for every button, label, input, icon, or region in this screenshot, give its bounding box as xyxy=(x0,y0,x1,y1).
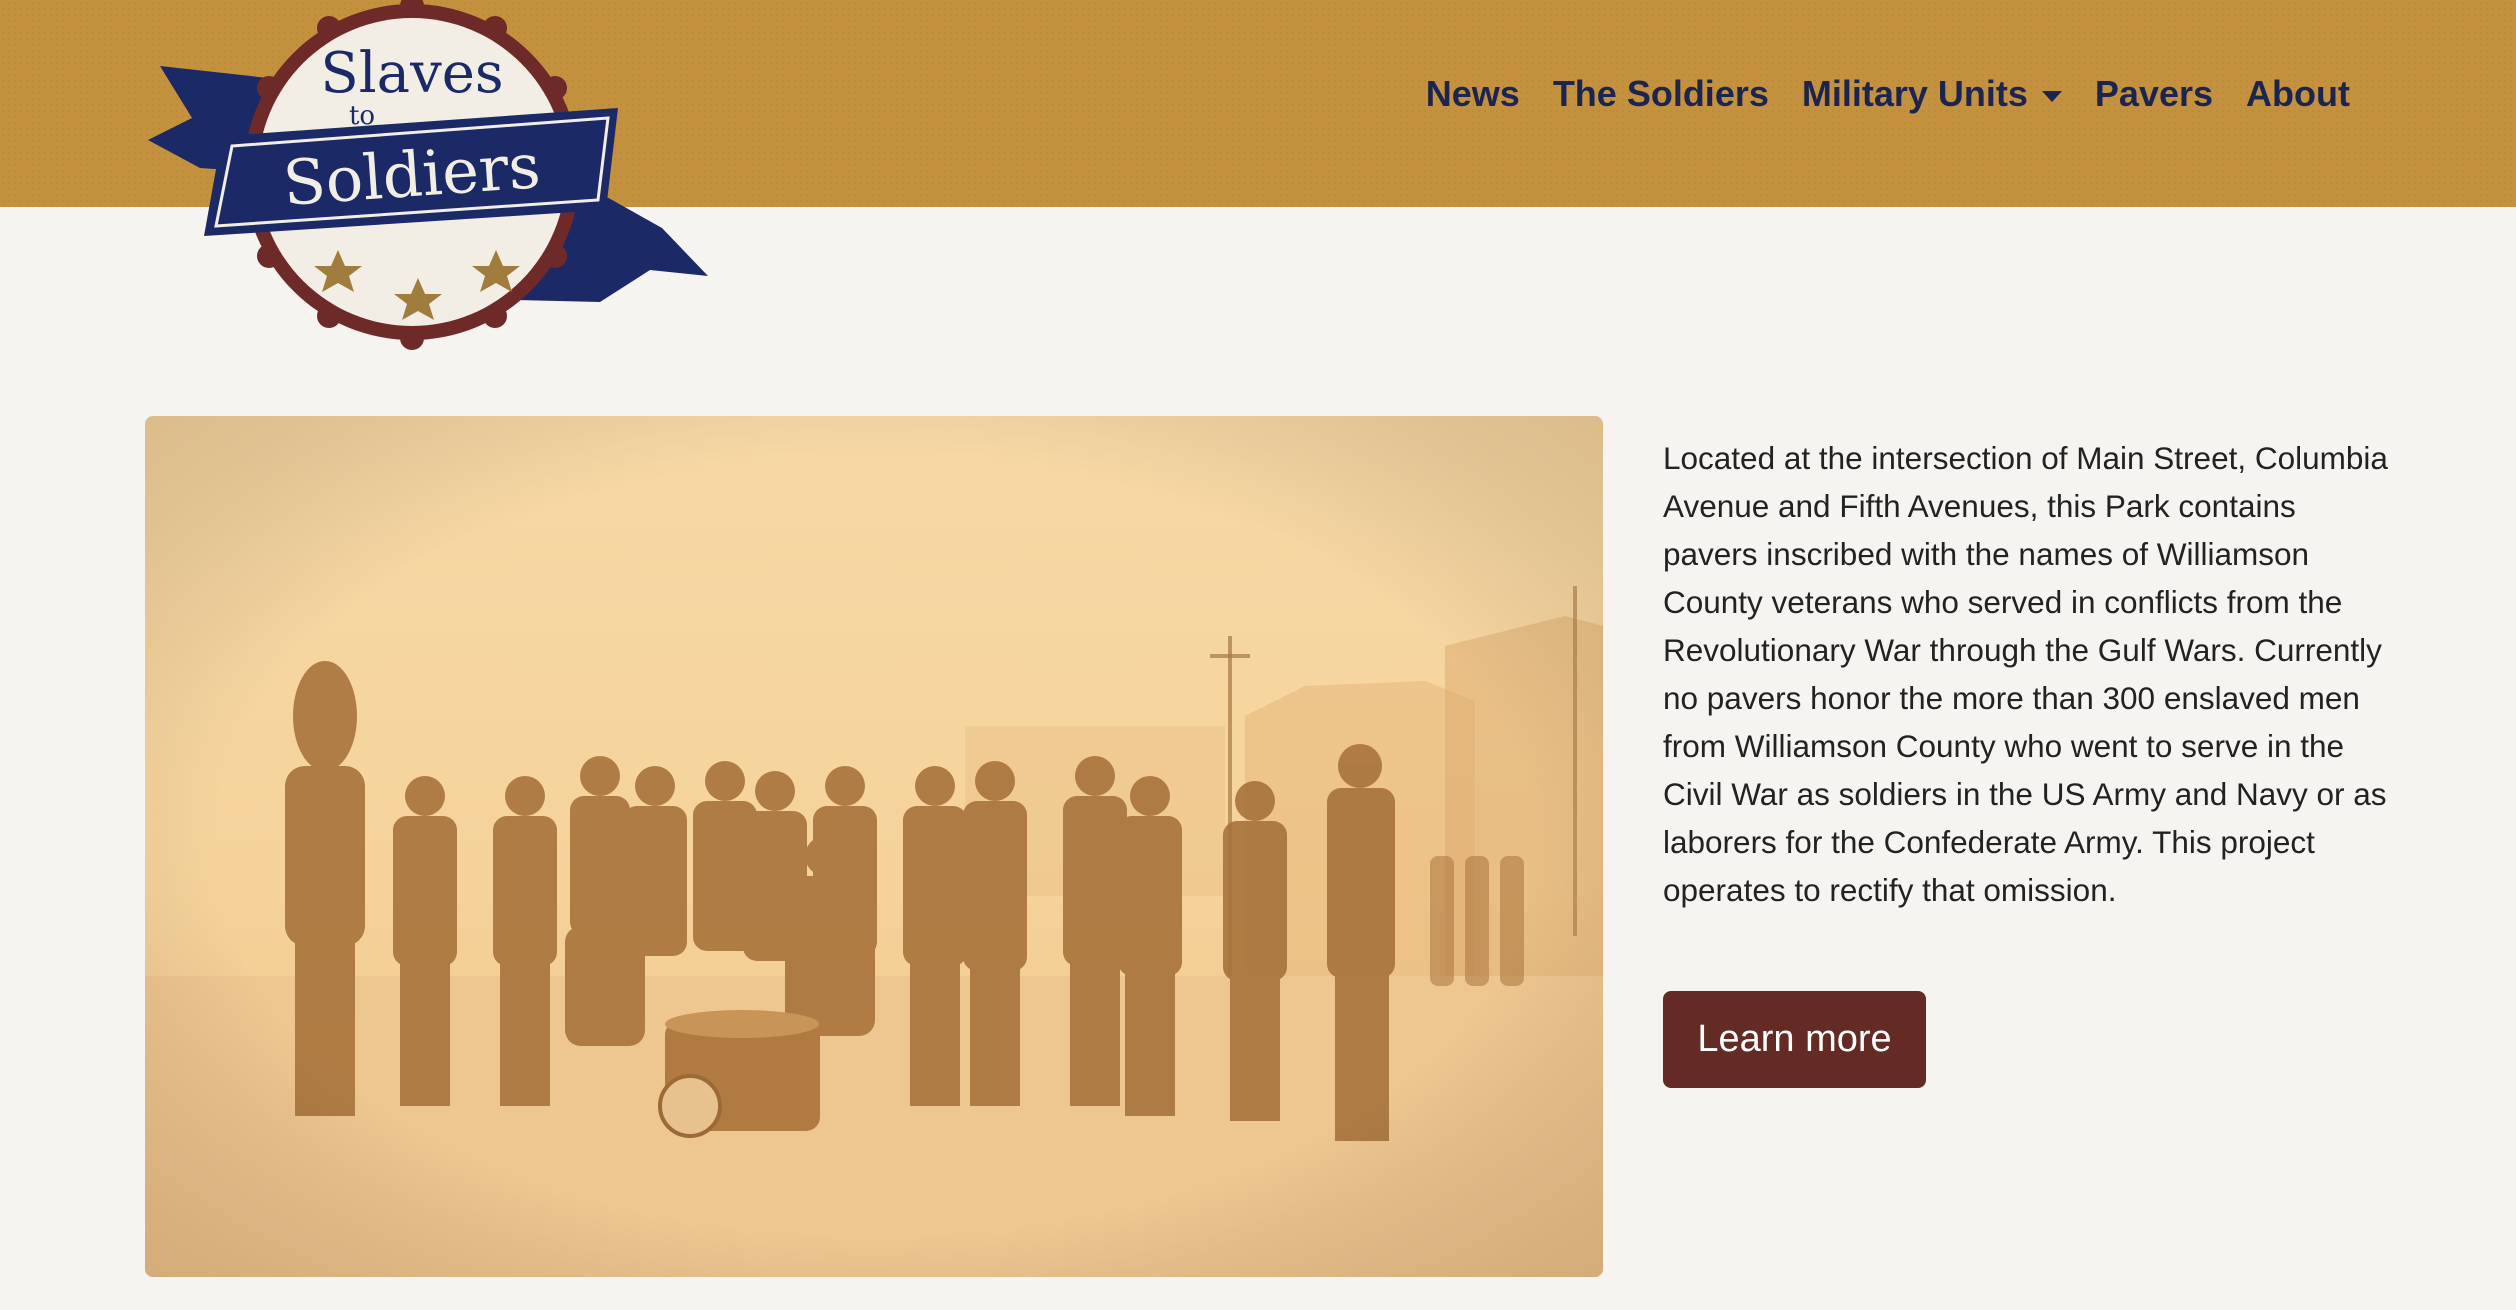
nav-military-units-label: Military Units xyxy=(1801,73,2028,114)
slaves-to-soldiers-badge-logo: Slaves to Soldiers xyxy=(148,0,708,350)
logo-line1: Slaves xyxy=(320,41,503,106)
sepia-civil-war-soldiers-group-photo xyxy=(145,416,1603,1277)
nav-pavers[interactable]: Pavers xyxy=(2095,73,2213,115)
logo-line2: to xyxy=(349,101,375,131)
site-logo[interactable]: Slaves to Soldiers xyxy=(140,0,720,350)
nav-the-soldiers[interactable]: The Soldiers xyxy=(1553,73,1769,115)
caret-down-icon xyxy=(2041,90,2062,102)
hero-photo xyxy=(145,416,1603,1277)
intro-paragraph: Located at the intersection of Main Stre… xyxy=(1663,440,2388,908)
learn-more-button[interactable]: Learn more xyxy=(1663,991,1926,1088)
nav-about[interactable]: About xyxy=(2246,73,2350,115)
nav-military-units[interactable]: Military Units xyxy=(1802,73,2062,115)
main-nav: News The Soldiers Military Units Pavers … xyxy=(1393,66,2350,122)
nav-news[interactable]: News xyxy=(1426,73,1520,115)
